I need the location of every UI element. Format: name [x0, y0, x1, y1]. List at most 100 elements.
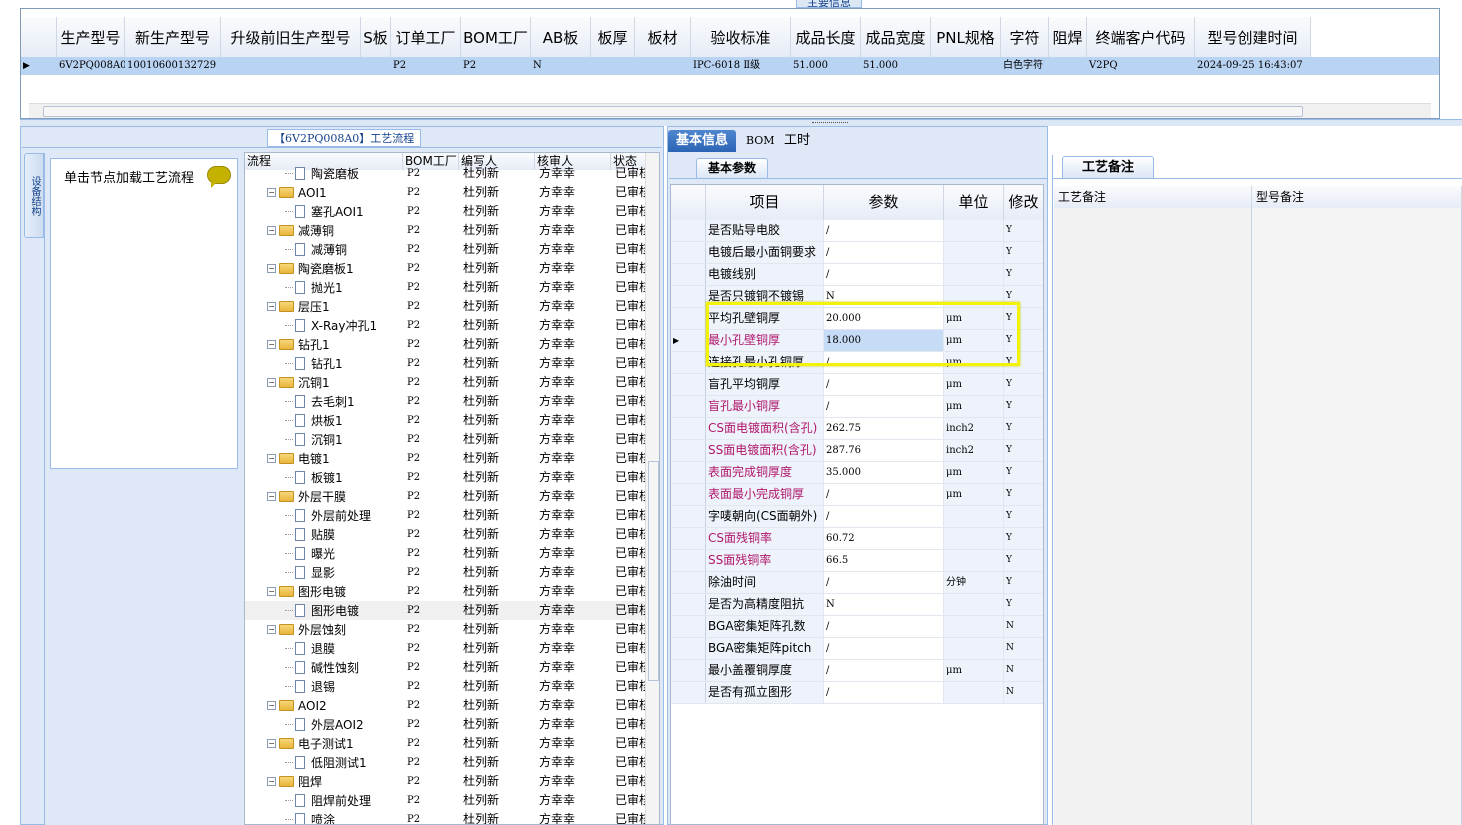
- tree-row[interactable]: − AOI1 P2 杜列新 方幸幸 已审核: [245, 183, 651, 202]
- tab-basic-params[interactable]: 基本参数: [696, 158, 768, 178]
- main-col-header[interactable]: BOM工厂: [461, 17, 531, 57]
- main-col-header[interactable]: 字符: [1001, 17, 1049, 57]
- splitter-grip[interactable]: [812, 122, 848, 125]
- main-col-header[interactable]: 板厚: [591, 17, 635, 57]
- expand-toggle-icon[interactable]: −: [267, 188, 276, 197]
- main-grid-row[interactable]: ▶ 6V2PQ008A0 10010600132729 P2 P2 N IPC-6018 Ⅱ…: [21, 57, 1439, 75]
- tree-row[interactable]: 外层前处理 P2 杜列新 方幸幸 已审核: [245, 506, 651, 525]
- main-cell[interactable]: 51.000: [861, 57, 931, 75]
- process-remarks-column[interactable]: [1054, 208, 1252, 825]
- param-row[interactable]: 盲孔平均铜厚 / μm Y: [671, 374, 1043, 396]
- tab-basic-info[interactable]: 基本信息: [668, 130, 737, 152]
- main-col-header[interactable]: 成品长度: [791, 17, 861, 57]
- expand-toggle-icon[interactable]: −: [267, 701, 276, 710]
- tree-node[interactable]: 减薄铜: [285, 240, 347, 259]
- tree-row[interactable]: 贴膜 P2 杜列新 方幸幸 已审核: [245, 525, 651, 544]
- param-row[interactable]: 是否贴导电胶 / Y: [671, 220, 1043, 242]
- tree-node[interactable]: 抛光1: [285, 278, 343, 297]
- tree-row[interactable]: − 阻焊 P2 杜列新 方幸幸 已审核: [245, 772, 651, 791]
- tree-row[interactable]: 外层AOI2 P2 杜列新 方幸幸 已审核: [245, 715, 651, 734]
- param-row[interactable]: 盲孔最小铜厚 / μm Y: [671, 396, 1043, 418]
- param-row[interactable]: 表面完成铜厚度 35.000 μm Y: [671, 462, 1043, 484]
- param-value[interactable]: /: [824, 660, 944, 681]
- tree-row[interactable]: 退锡 P2 杜列新 方幸幸 已审核: [245, 677, 651, 696]
- tree-node[interactable]: X-Ray冲孔1: [285, 316, 377, 335]
- main-cell[interactable]: [1049, 57, 1087, 75]
- param-col-header[interactable]: 修改: [1004, 185, 1043, 220]
- tree-row[interactable]: 陶瓷磨板 P2 杜列新 方幸幸 已审核: [245, 164, 651, 183]
- tree-row[interactable]: − 层压1 P2 杜列新 方幸幸 已审核: [245, 297, 651, 316]
- tab-work-hours[interactable]: 工时: [776, 130, 818, 152]
- tree-row[interactable]: 沉铜1 P2 杜列新 方幸幸 已审核: [245, 430, 651, 449]
- param-row[interactable]: 是否有孤立图形 / N: [671, 682, 1043, 704]
- param-row[interactable]: CS面残铜率 60.72 Y: [671, 528, 1043, 550]
- main-col-header[interactable]: 阻焊: [1049, 17, 1087, 57]
- tree-node[interactable]: 板镀1: [285, 468, 343, 487]
- main-col-header[interactable]: 生产型号: [57, 17, 125, 57]
- param-row[interactable]: SS面电镀面积(含孔) 287.76 inch2 Y: [671, 440, 1043, 462]
- tree-node[interactable]: 图形电镀: [285, 601, 359, 620]
- tree-node[interactable]: − AOI2: [267, 696, 327, 715]
- tree-node[interactable]: 塞孔AOI1: [285, 202, 364, 221]
- main-col-header[interactable]: S板: [361, 17, 391, 57]
- tree-row[interactable]: − 外层干膜 P2 杜列新 方幸幸 已审核: [245, 487, 651, 506]
- main-cell[interactable]: N: [531, 57, 591, 75]
- main-cell[interactable]: [931, 57, 1001, 75]
- tree-row[interactable]: 塞孔AOI1 P2 杜列新 方幸幸 已审核: [245, 202, 651, 221]
- tree-row[interactable]: − 沉铜1 P2 杜列新 方幸幸 已审核: [245, 373, 651, 392]
- main-col-header[interactable]: 验收标准: [691, 17, 791, 57]
- horizontal-splitter[interactable]: [20, 119, 1462, 126]
- tree-row[interactable]: 显影 P2 杜列新 方幸幸 已审核: [245, 563, 651, 582]
- param-value[interactable]: N: [824, 594, 944, 615]
- main-col-header[interactable]: 板材: [635, 17, 691, 57]
- main-cell[interactable]: 51.000: [791, 57, 861, 75]
- tree-row[interactable]: 钻孔1 P2 杜列新 方幸幸 已审核: [245, 354, 651, 373]
- main-cell[interactable]: [591, 57, 635, 75]
- tree-node[interactable]: 外层前处理: [285, 506, 371, 525]
- main-col-header[interactable]: 订单工厂: [391, 17, 461, 57]
- main-cell[interactable]: [361, 57, 391, 75]
- tree-node[interactable]: 阻焊前处理: [285, 791, 371, 810]
- tree-vscrollbar[interactable]: [645, 153, 659, 824]
- tree-row[interactable]: 曝光 P2 杜列新 方幸幸 已审核: [245, 544, 651, 563]
- param-value[interactable]: /: [824, 264, 944, 285]
- param-value[interactable]: 60.72: [824, 528, 944, 549]
- tree-node[interactable]: − 图形电镀: [267, 582, 346, 601]
- param-row[interactable]: BGA密集矩阵pitch / N: [671, 638, 1043, 660]
- model-remarks-column[interactable]: [1252, 208, 1462, 825]
- param-row[interactable]: 除油时间 / 分钟 Y: [671, 572, 1043, 594]
- param-row[interactable]: 字唛朝向(CS面朝外) / Y: [671, 506, 1043, 528]
- tree-node[interactable]: − 电子测试1: [267, 734, 354, 753]
- main-col-header[interactable]: PNL规格: [931, 17, 1001, 57]
- tree-row[interactable]: − 图形电镀 P2 杜列新 方幸幸 已审核: [245, 582, 651, 601]
- tree-node[interactable]: − 沉铜1: [267, 373, 330, 392]
- param-value[interactable]: /: [824, 396, 944, 417]
- expand-toggle-icon[interactable]: −: [267, 378, 276, 387]
- expand-toggle-icon[interactable]: −: [267, 264, 276, 273]
- tree-node[interactable]: 曝光: [285, 544, 335, 563]
- main-cell[interactable]: 2024-09-25 16:43:07: [1195, 57, 1311, 75]
- expand-toggle-icon[interactable]: −: [267, 302, 276, 311]
- chat-bubble-icon[interactable]: [207, 166, 231, 188]
- param-value[interactable]: 35.000: [824, 462, 944, 483]
- param-col-header[interactable]: 单位: [944, 185, 1004, 220]
- tree-node[interactable]: 陶瓷磨板: [285, 164, 359, 183]
- param-value[interactable]: 287.76: [824, 440, 944, 461]
- tree-row[interactable]: 烘板1 P2 杜列新 方幸幸 已审核: [245, 411, 651, 430]
- main-col-header[interactable]: 型号创建时间: [1195, 17, 1311, 57]
- param-col-header[interactable]: 参数: [824, 185, 944, 220]
- tree-node[interactable]: − 电镀1: [267, 449, 330, 468]
- tree-node[interactable]: 钻孔1: [285, 354, 343, 373]
- tree-row[interactable]: 板镀1 P2 杜列新 方幸幸 已审核: [245, 468, 651, 487]
- param-row[interactable]: 是否为高精度阻抗 N Y: [671, 594, 1043, 616]
- param-value[interactable]: /: [824, 374, 944, 395]
- main-col-header[interactable]: 成品宽度: [861, 17, 931, 57]
- param-value[interactable]: /: [824, 682, 944, 703]
- tree-row[interactable]: 抛光1 P2 杜列新 方幸幸 已审核: [245, 278, 651, 297]
- main-cell[interactable]: P2: [391, 57, 461, 75]
- param-row[interactable]: BGA密集矩阵孔数 / N: [671, 616, 1043, 638]
- main-col-header[interactable]: 新生产型号: [125, 17, 221, 57]
- tree-node[interactable]: 外层AOI2: [285, 715, 364, 734]
- tree-node[interactable]: 低阻测试1: [285, 753, 367, 772]
- param-value[interactable]: /: [824, 242, 944, 263]
